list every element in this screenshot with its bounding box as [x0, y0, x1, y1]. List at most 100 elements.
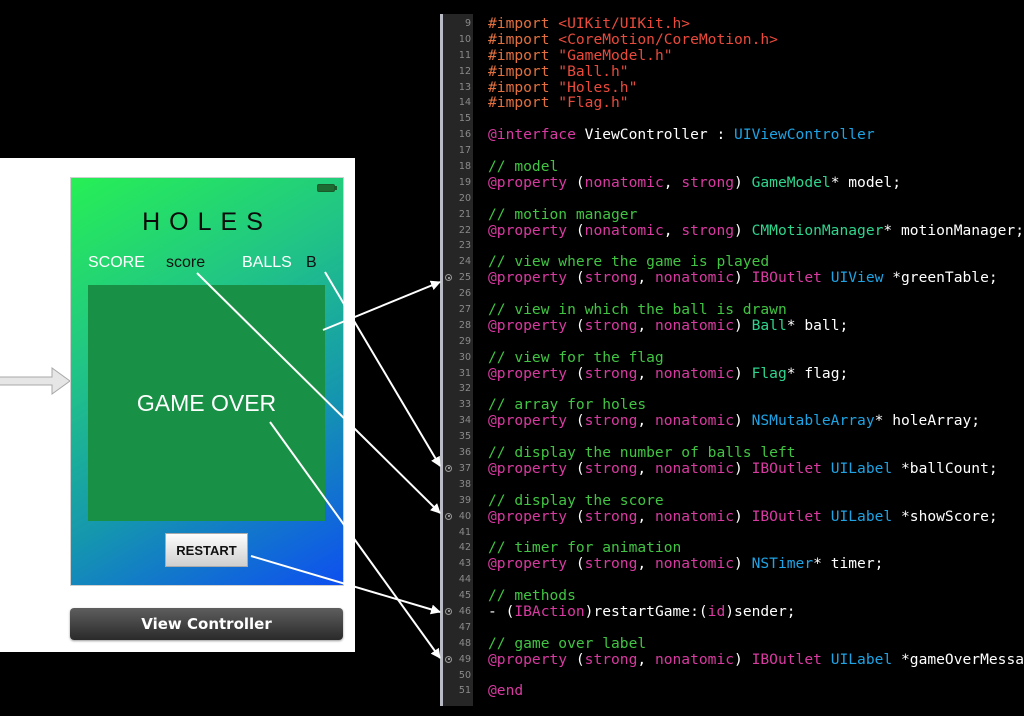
code-token: @property: [488, 507, 568, 525]
code-line[interactable]: 31 @property (strong, nonatomic) Flag* fl…: [440, 364, 1024, 382]
code-token: ,: [637, 269, 655, 287]
code-line[interactable]: 33 // array for holes: [440, 397, 1024, 413]
line-number: 49: [458, 653, 471, 665]
code-token: nonatomic: [654, 364, 735, 382]
view-controller-dock[interactable]: View Controller: [70, 608, 343, 640]
code-line[interactable]: 13 #import "Holes.h": [440, 78, 1024, 96]
code-line[interactable]: 19 @property (nonatomic, strong) GameMode…: [440, 173, 1024, 191]
code-line[interactable]: 26: [440, 286, 1024, 302]
code-token: (: [567, 316, 585, 334]
code-token: strong: [584, 459, 638, 477]
code-line[interactable]: 12 #import "Ball.h": [440, 63, 1024, 80]
code-token: strong: [584, 269, 638, 287]
code-line[interactable]: 21 // motion manager: [440, 206, 1024, 223]
code-token: @property: [488, 555, 568, 573]
code-token: (: [567, 459, 585, 477]
code-token: UILabel: [830, 507, 893, 525]
code-token: *greenTable;: [883, 269, 998, 287]
code-line[interactable]: 41: [440, 525, 1024, 541]
code-token: strong: [681, 173, 735, 191]
line-number: 46: [458, 605, 471, 617]
code-token: IBOutlet: [751, 269, 822, 287]
code-token: ,: [663, 173, 682, 191]
code-token: * flag;: [786, 364, 849, 382]
restart-button[interactable]: RESTART: [165, 533, 248, 567]
code-token: ): [734, 412, 752, 430]
code-token: // view in which the ball is drawn: [488, 301, 787, 319]
code-line[interactable]: 46 - (IBAction)restartGame:(id)sender;: [440, 604, 1024, 620]
code-token: ): [734, 221, 752, 239]
code-text: @interface ViewController : UIViewContro…: [488, 127, 875, 143]
code-line[interactable]: 43 @property (strong, nonatomic) NSTimer*…: [440, 556, 1024, 572]
code-token: )sender;: [725, 602, 796, 620]
code-token: ): [734, 173, 752, 191]
code-line[interactable]: 32: [440, 381, 1024, 397]
code-token: Flag: [751, 364, 787, 382]
code-line[interactable]: 48 // game over label: [440, 634, 1024, 652]
code-token: // game over label: [488, 634, 647, 652]
view-controller-scene[interactable]: HOLES SCORE score BALLS B GAME OVER REST…: [71, 178, 343, 585]
code-token: @property: [488, 269, 568, 287]
code-line[interactable]: 20: [440, 191, 1024, 207]
code-line[interactable]: 11 #import "GameModel.h": [440, 47, 1024, 64]
code-line[interactable]: 29: [440, 334, 1024, 350]
code-editor[interactable]: 9 #import <UIKit/UIKit.h> 10 #import <CoreM…: [440, 14, 1024, 706]
code-line[interactable]: 42 // timer for animation: [440, 540, 1024, 556]
code-text: #import <UIKit/UIKit.h>: [488, 16, 690, 32]
code-line[interactable]: 24 // view where the game is played: [440, 254, 1024, 270]
show-score-label[interactable]: score: [166, 254, 205, 272]
code-token: strong: [584, 412, 638, 430]
game-over-label[interactable]: GAME OVER: [88, 390, 325, 417]
code-token: (: [567, 412, 585, 430]
code-line[interactable]: 10 #import <CoreMotion/CoreMotion.h>: [440, 31, 1024, 48]
code-text: - (IBAction)restartGame:(id)sender;: [488, 604, 796, 620]
code-token: strong: [584, 316, 638, 334]
code-token: ): [734, 316, 752, 334]
code-line[interactable]: 45 // methods: [440, 588, 1024, 604]
code-line[interactable]: 14 #import "Flag.h": [440, 95, 1024, 111]
line-number: 26: [458, 288, 471, 300]
line-number: 17: [458, 145, 471, 157]
code-token: strong: [681, 221, 735, 239]
balls-label: BALLS: [242, 254, 292, 271]
line-number: 43: [458, 558, 471, 570]
code-line[interactable]: 17: [440, 143, 1024, 159]
code-line[interactable]: 51 @end: [440, 683, 1024, 699]
code-line[interactable]: 27 // view in which the ball is drawn: [440, 302, 1024, 318]
code-line[interactable]: 25 @property (strong, nonatomic) IBOutlet…: [440, 270, 1024, 286]
code-token: "Holes.h": [558, 78, 638, 96]
line-number: 19: [458, 176, 471, 188]
code-line[interactable]: 50: [440, 668, 1024, 684]
code-line[interactable]: 18 // model: [440, 159, 1024, 175]
code-line[interactable]: 49 @property (strong, nonatomic) IBOutlet…: [440, 650, 1024, 668]
code-line[interactable]: 37 @property (strong, nonatomic) IBOutlet…: [440, 459, 1024, 477]
code-line[interactable]: 23: [440, 238, 1024, 254]
code-token: "Flag.h": [558, 94, 629, 112]
code-line[interactable]: 28 @property (strong, nonatomic) Ball* ba…: [440, 316, 1024, 334]
code-text: // timer for animation: [488, 540, 681, 556]
code-token: ): [734, 269, 752, 287]
code-line[interactable]: 9 #import <UIKit/UIKit.h>: [440, 16, 1024, 32]
code-token: ,: [637, 316, 655, 334]
code-line[interactable]: 40 @property (strong, nonatomic) IBOutlet…: [440, 507, 1024, 525]
ball-count-label[interactable]: B: [306, 254, 317, 272]
code-line[interactable]: 16 @interface ViewController : UIViewCont…: [440, 127, 1024, 143]
code-text: @property (strong, nonatomic) Ball* ball…: [488, 316, 848, 334]
code-line[interactable]: 35: [440, 429, 1024, 445]
code-line[interactable]: 44: [440, 572, 1024, 588]
code-token: (: [567, 221, 585, 239]
code-line[interactable]: 36 // display the number of balls left: [440, 445, 1024, 461]
code-line[interactable]: 15: [440, 111, 1024, 127]
code-token: strong: [584, 555, 638, 573]
code-line[interactable]: 47: [440, 620, 1024, 636]
code-line[interactable]: 22 @property (nonatomic, strong) CMMotion…: [440, 221, 1024, 239]
code-line[interactable]: 30 // view for the flag: [440, 349, 1024, 366]
code-token: ): [734, 507, 752, 525]
code-line[interactable]: 34 @property (strong, nonatomic) NSMutabl…: [440, 413, 1024, 429]
green-table-view[interactable]: GAME OVER: [88, 285, 325, 521]
code-token: (: [567, 650, 585, 668]
code-line[interactable]: 39 // display the score: [440, 492, 1024, 509]
code-line[interactable]: 38: [440, 477, 1024, 493]
